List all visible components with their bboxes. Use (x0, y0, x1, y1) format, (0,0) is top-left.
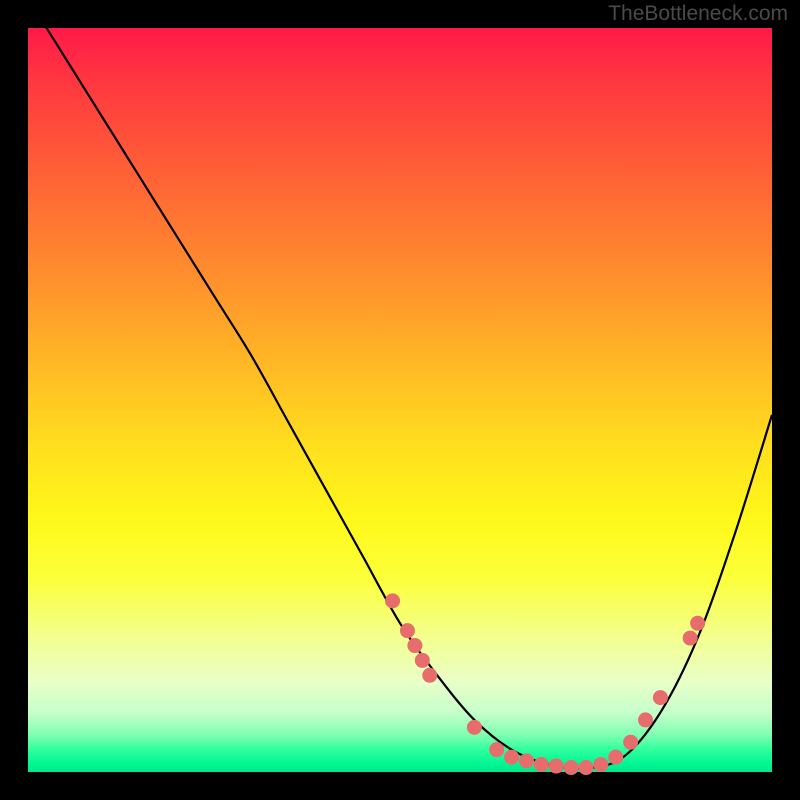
data-points-group (385, 593, 705, 775)
data-point (415, 653, 430, 668)
data-point (593, 757, 608, 772)
data-point (564, 760, 579, 775)
data-point (653, 690, 668, 705)
data-point (579, 760, 594, 775)
data-point (489, 742, 504, 757)
chart-plot-area (28, 28, 772, 772)
data-point (690, 616, 705, 631)
data-point (467, 720, 482, 735)
data-point (385, 593, 400, 608)
data-point (519, 753, 534, 768)
data-point (407, 638, 422, 653)
data-point (683, 631, 698, 646)
bottleneck-curve-line (28, 0, 772, 769)
watermark-text: TheBottleneck.com (608, 2, 788, 26)
data-point (534, 757, 549, 772)
data-point (504, 750, 519, 765)
data-point (400, 623, 415, 638)
data-point (549, 759, 564, 774)
data-point (422, 668, 437, 683)
chart-svg (28, 28, 772, 772)
data-point (638, 712, 653, 727)
data-point (623, 735, 638, 750)
data-point (608, 750, 623, 765)
